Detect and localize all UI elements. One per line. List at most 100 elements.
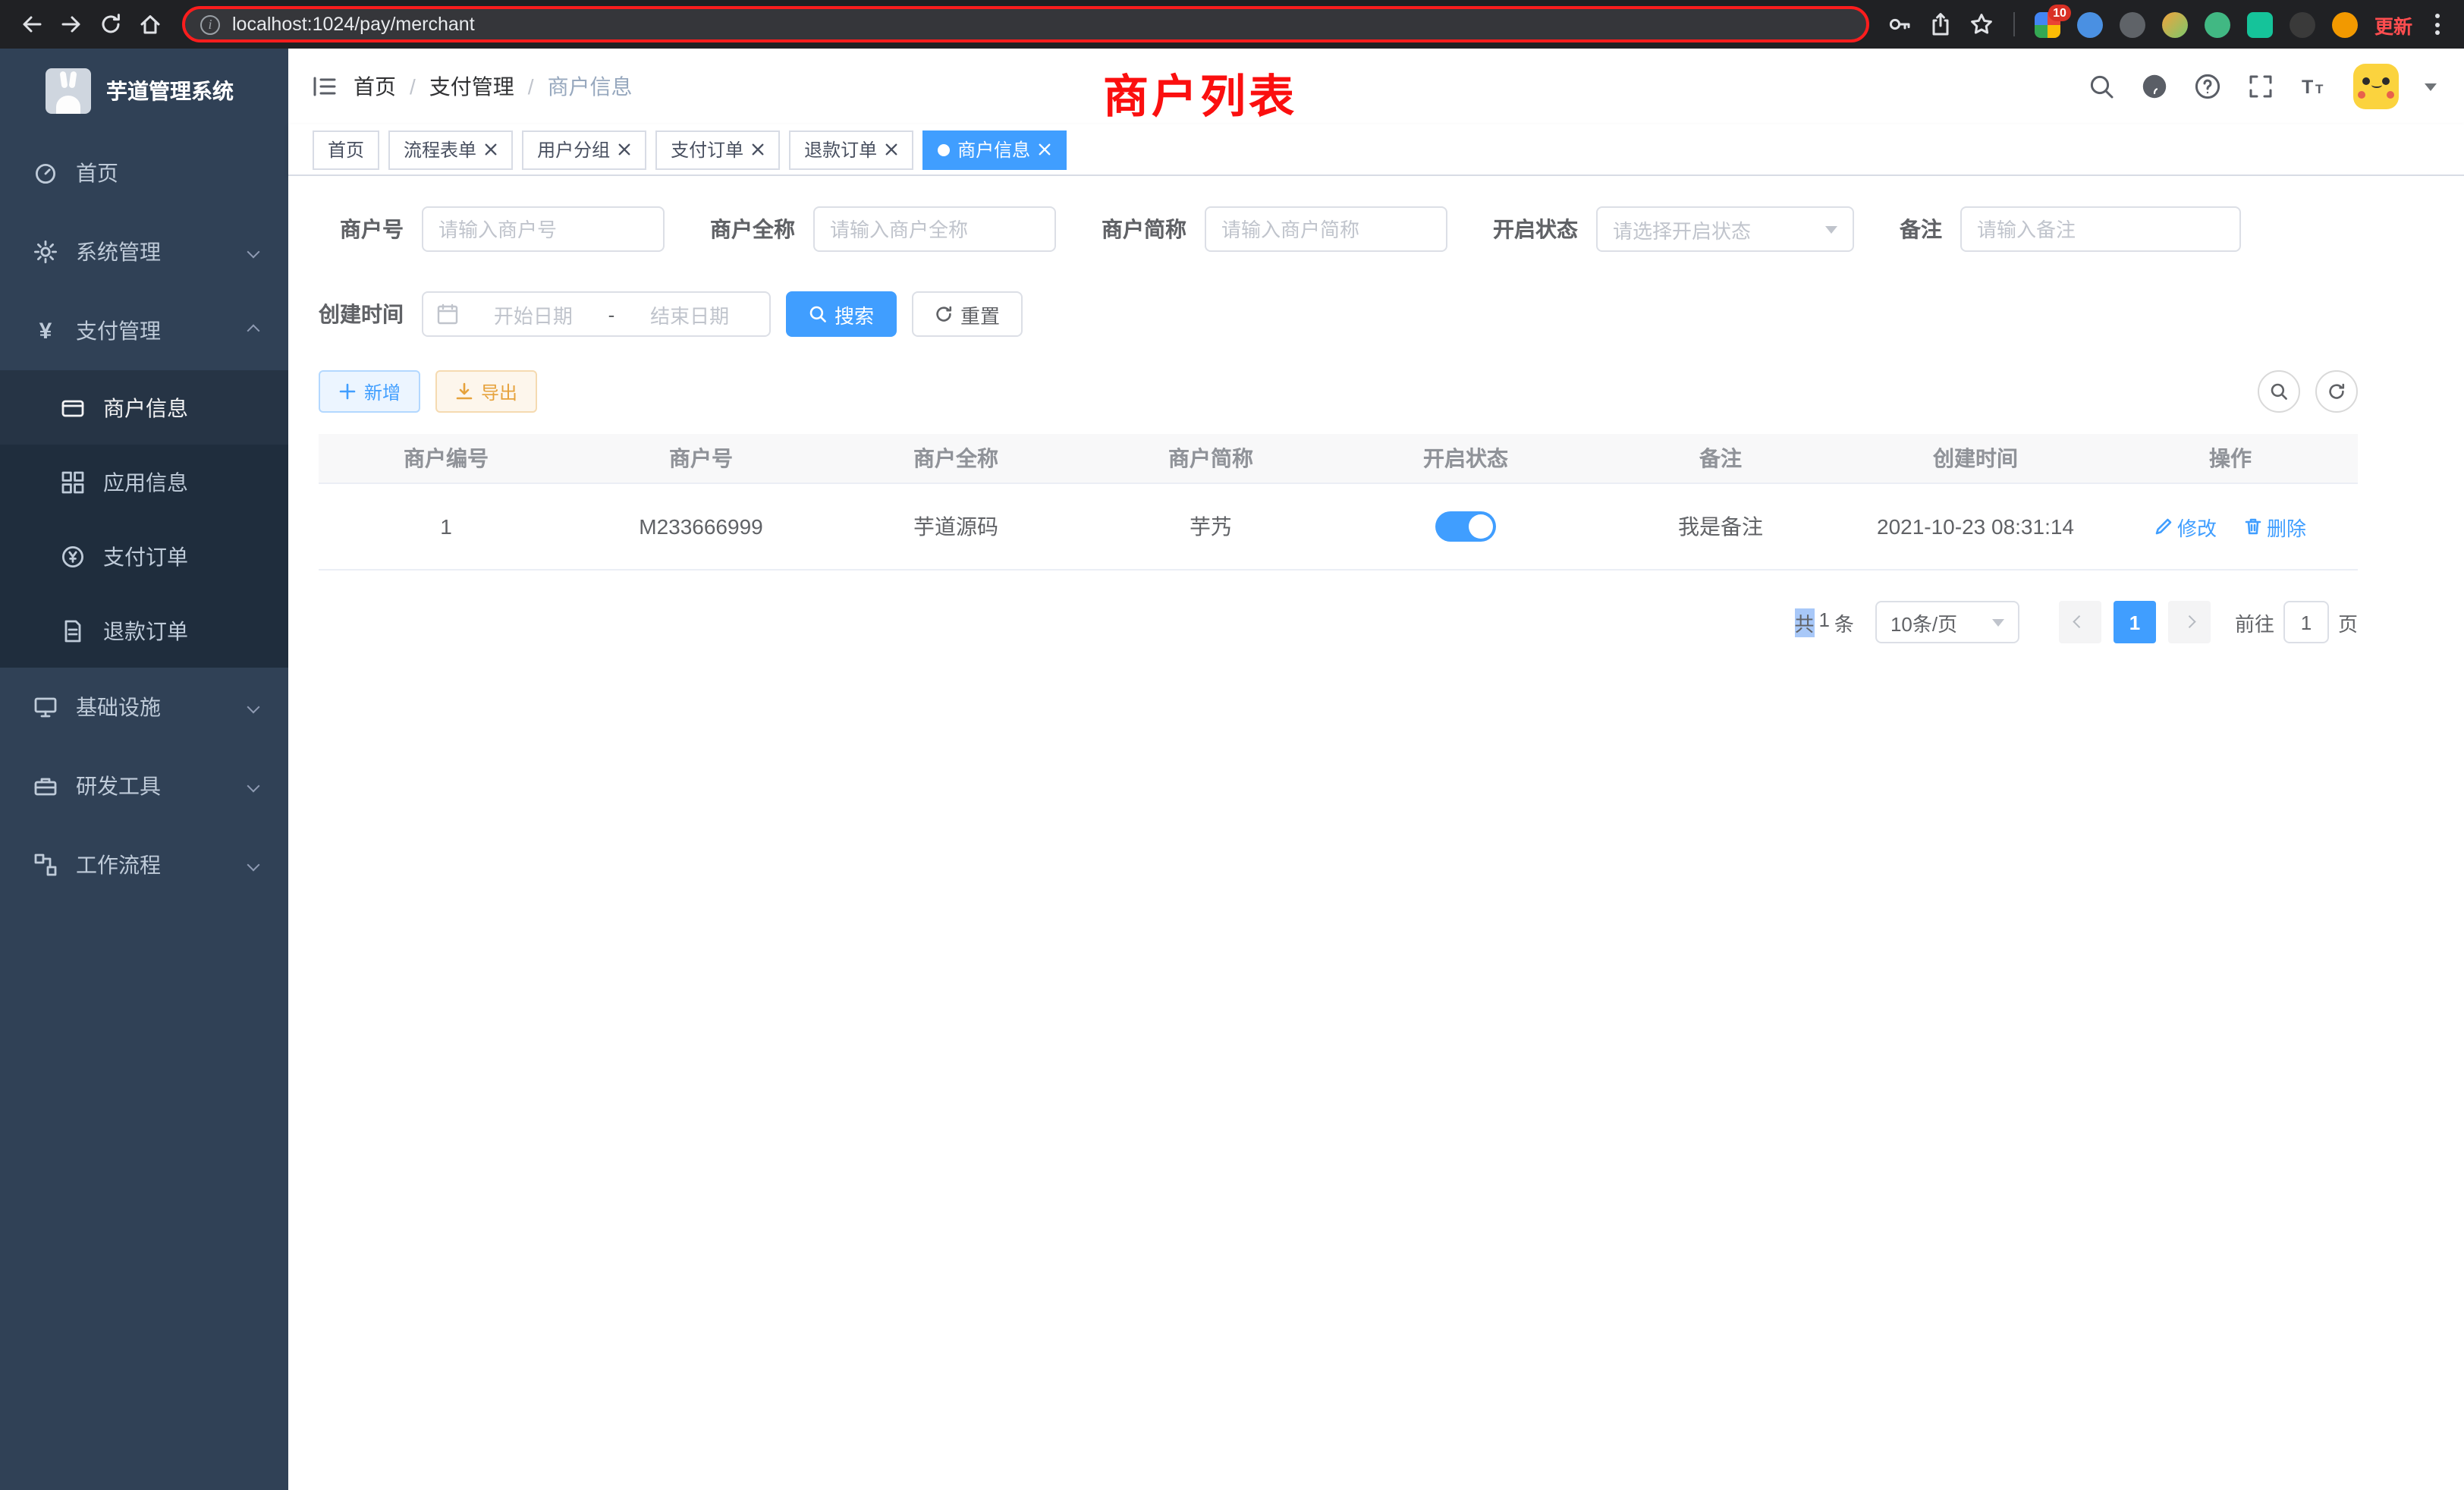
refresh-table-button[interactable]	[2315, 370, 2358, 413]
close-icon[interactable]	[885, 143, 898, 156]
remark-input[interactable]	[1960, 206, 2241, 252]
sidebar-item-pay-order[interactable]: 支付订单	[0, 519, 288, 593]
user-avatar[interactable]	[2353, 64, 2399, 109]
search-icon	[809, 305, 827, 323]
tab-refund-order[interactable]: 退款订单	[789, 130, 913, 169]
page-button-1[interactable]: 1	[2114, 601, 2156, 643]
update-button[interactable]: 更新	[2374, 10, 2412, 39]
search-icon[interactable]	[2088, 73, 2115, 100]
tab-process-form[interactable]: 流程表单	[388, 130, 513, 169]
extension-icon-1[interactable]: 10	[2035, 11, 2060, 37]
annotation-text: 商户列表	[1103, 59, 1297, 126]
status-label: 开启状态	[1493, 214, 1596, 244]
delete-link[interactable]: 删除	[2244, 512, 2306, 541]
export-button[interactable]: 导出	[435, 370, 537, 413]
sidebar-item-merchant-info[interactable]: 商户信息	[0, 370, 288, 445]
edit-link[interactable]: 修改	[2154, 512, 2217, 541]
sidebar-item-home[interactable]: 首页	[0, 134, 288, 212]
date-range-picker[interactable]: 开始日期 - 结束日期	[422, 291, 771, 337]
browser-menu-icon[interactable]	[2429, 8, 2446, 41]
sidebar-item-system[interactable]: 系统管理	[0, 212, 288, 291]
tab-home[interactable]: 首页	[313, 130, 379, 169]
font-size-icon[interactable]: TT	[2300, 73, 2327, 100]
extension-icon-7[interactable]	[2290, 11, 2315, 37]
sidebar-fold-icon[interactable]	[311, 73, 338, 100]
extension-icon-4[interactable]	[2162, 11, 2188, 37]
goto-page-input[interactable]	[2283, 601, 2329, 643]
reset-button[interactable]: 重置	[912, 291, 1023, 337]
fullscreen-icon[interactable]	[2247, 73, 2274, 100]
password-key-icon[interactable]	[1887, 12, 1912, 36]
page-size-select[interactable]: 10条/页	[1875, 601, 2019, 643]
sidebar-item-workflow[interactable]: 工作流程	[0, 825, 288, 904]
search-button[interactable]: 搜索	[786, 291, 897, 337]
share-icon[interactable]	[1928, 12, 1953, 36]
delete-icon	[2244, 517, 2262, 536]
toggle-search-button[interactable]	[2258, 370, 2300, 413]
navbar-actions: TT	[2088, 64, 2464, 109]
bookmark-star-icon[interactable]	[1969, 12, 1994, 36]
merchant-name-input[interactable]	[813, 206, 1056, 252]
back-button[interactable]	[12, 5, 52, 44]
svg-text:T: T	[2302, 77, 2313, 98]
close-icon[interactable]	[751, 143, 765, 156]
refresh-icon	[2327, 382, 2346, 401]
merchant-no-label: 商户号	[319, 214, 422, 244]
filter-merchant-short: 商户简称	[1102, 206, 1447, 252]
total-text: 共 1 条	[1794, 608, 1854, 637]
tab-merchant-info[interactable]: 商户信息	[922, 130, 1067, 169]
breadcrumb-payment[interactable]: 支付管理	[429, 71, 514, 102]
forward-button[interactable]	[52, 5, 91, 44]
close-icon[interactable]	[1038, 143, 1051, 156]
next-page-button[interactable]	[2168, 601, 2211, 643]
breadcrumb-home[interactable]: 首页	[354, 71, 396, 102]
cell-create-time: 2021-10-23 08:31:14	[1848, 514, 2103, 539]
extension-icon-2[interactable]	[2077, 11, 2103, 37]
browser-window: i localhost:1024/pay/merchant 10	[0, 0, 2464, 1490]
prev-page-button[interactable]	[2059, 601, 2101, 643]
extension-icon-8[interactable]	[2332, 11, 2358, 37]
workflow-icon	[33, 853, 58, 877]
card-icon	[61, 395, 85, 420]
plus-icon	[338, 382, 357, 401]
merchant-short-input[interactable]	[1205, 206, 1447, 252]
address-bar[interactable]: i localhost:1024/pay/merchant	[182, 6, 1869, 42]
status-toggle[interactable]	[1435, 511, 1496, 542]
col-header: 开启状态	[1338, 434, 1593, 483]
avatar-dropdown-icon[interactable]	[2425, 83, 2437, 90]
gear-icon	[33, 240, 58, 264]
sidebar-item-dev-tools[interactable]: 研发工具	[0, 747, 288, 825]
tab-user-group[interactable]: 用户分组	[522, 130, 646, 169]
top-navbar: 首页 / 支付管理 / 商户信息 商户列表 TT	[288, 49, 2464, 124]
sidebar-item-payment[interactable]: ¥ 支付管理	[0, 291, 288, 370]
help-icon[interactable]	[2194, 73, 2221, 100]
chevron-down-icon	[247, 780, 260, 793]
chevron-up-icon	[247, 325, 260, 338]
tab-pay-order[interactable]: 支付订单	[655, 130, 780, 169]
merchant-no-input[interactable]	[422, 206, 665, 252]
reload-button[interactable]	[91, 5, 130, 44]
col-header: 商户全称	[828, 434, 1083, 483]
extension-icon-6[interactable]	[2247, 11, 2273, 37]
extension-icon-3[interactable]	[2120, 11, 2145, 37]
chevron-down-icon	[1825, 225, 1837, 233]
filter-form-row-1: 商户号 商户全称 商户简称 开启状态 请选择开启状态	[319, 206, 2358, 252]
breadcrumb-current: 商户信息	[548, 71, 633, 102]
extension-icon-5[interactable]	[2205, 11, 2230, 37]
close-icon[interactable]	[484, 143, 498, 156]
calendar-icon	[437, 303, 458, 325]
dashboard-icon	[33, 161, 58, 185]
sidebar-item-infrastructure[interactable]: 基础设施	[0, 668, 288, 747]
info-icon[interactable]: i	[200, 14, 220, 34]
cell-full-name: 芋道源码	[828, 511, 1083, 542]
add-button[interactable]: 新增	[319, 370, 420, 413]
status-select[interactable]: 请选择开启状态	[1596, 206, 1854, 252]
app-title: 芋道管理系统	[106, 76, 234, 106]
home-button[interactable]	[130, 5, 170, 44]
cell-merchant-no: M233666999	[574, 514, 828, 539]
close-icon[interactable]	[618, 143, 631, 156]
github-icon[interactable]	[2141, 73, 2168, 100]
sidebar-item-refund-order[interactable]: 退款订单	[0, 593, 288, 668]
logo-avatar	[46, 68, 91, 114]
sidebar-item-app-info[interactable]: 应用信息	[0, 445, 288, 519]
